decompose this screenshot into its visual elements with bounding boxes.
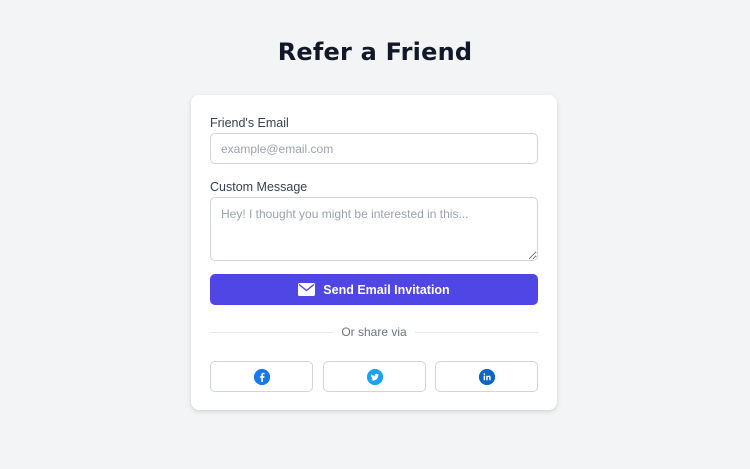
envelope-icon: [298, 283, 316, 296]
email-label: Friend's Email: [210, 116, 289, 130]
share-facebook-button[interactable]: [210, 361, 313, 392]
divider-line-right: [414, 331, 539, 333]
page-title: Refer a Friend: [277, 38, 473, 66]
linkedin-icon: [478, 368, 495, 385]
share-linkedin-button[interactable]: [435, 361, 538, 392]
facebook-icon: [253, 368, 270, 385]
referral-card: Friend's Email Custom Message Send Email…: [191, 95, 557, 410]
share-divider-text: Or share via: [341, 325, 407, 339]
share-twitter-button[interactable]: [323, 361, 426, 392]
divider-line-left: [210, 331, 334, 333]
send-invitation-button[interactable]: Send Email Invitation: [210, 274, 538, 305]
email-field[interactable]: [210, 133, 538, 164]
send-invitation-label: Send Email Invitation: [323, 282, 450, 297]
message-textarea[interactable]: [210, 197, 538, 261]
twitter-icon: [366, 368, 383, 385]
message-label: Custom Message: [210, 180, 308, 194]
share-divider: Or share via: [210, 324, 539, 340]
